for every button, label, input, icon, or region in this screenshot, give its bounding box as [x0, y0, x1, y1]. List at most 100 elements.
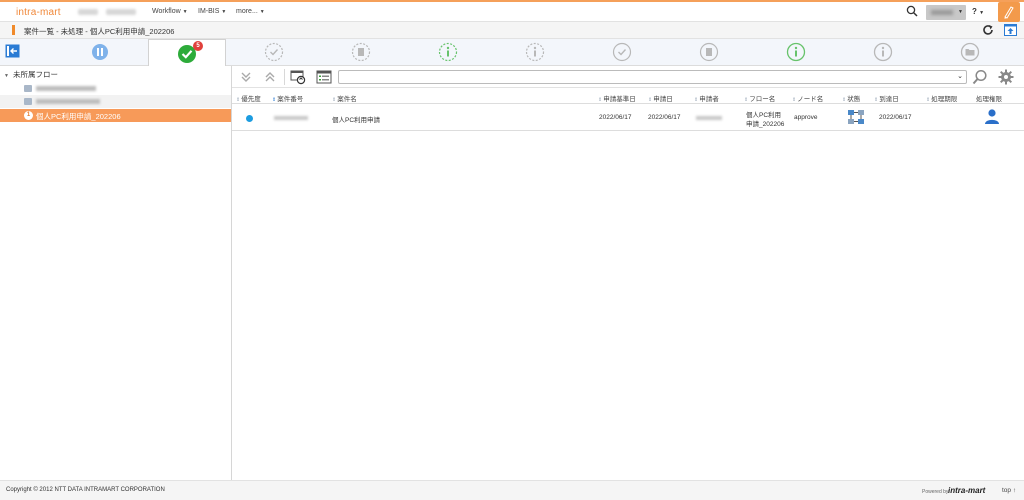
flow-name-line2: 申請_202206 — [746, 121, 785, 128]
tab-info-dashed-green[interactable] — [437, 41, 459, 63]
caret-down-icon: ▼ — [221, 9, 227, 15]
column-header-deadline[interactable]: ⇕処理期限 — [926, 93, 957, 103]
column-header-node-name[interactable]: ⇕ノード名 — [792, 93, 823, 103]
tab-completed[interactable] — [611, 41, 633, 63]
tab-folder[interactable] — [959, 41, 981, 63]
column-header-label: 申請基準日 — [603, 96, 636, 103]
column-header-status[interactable]: ⇕状態 — [842, 93, 860, 103]
arrival-date: 2022/06/17 — [879, 114, 912, 121]
double-chevron-up-icon — [265, 72, 275, 82]
search-icon — [972, 69, 987, 85]
flow-tree-panel: ▼ 未所属フロー 1 個人PC利用申請_202206 — [0, 66, 232, 480]
sort-icon: ⇕ — [744, 97, 749, 103]
tree-node-redacted-2[interactable] — [0, 95, 231, 108]
matter-number-redacted — [274, 116, 308, 120]
nav-item-workflow[interactable]: Workflow ▼ — [152, 8, 188, 15]
apply-date: 2022/06/17 — [648, 114, 681, 121]
column-header-label: 処理権限 — [976, 96, 1002, 103]
column-header-label: 申請者 — [699, 96, 719, 103]
column-header-label: 優先度 — [241, 96, 261, 103]
sort-icon: ⇕ — [598, 97, 603, 103]
collapse-all-button[interactable] — [262, 69, 278, 85]
flow-icon — [24, 85, 32, 92]
tab-suspended[interactable] — [89, 41, 111, 63]
column-header-apply-date[interactable]: ⇕申請日 — [648, 93, 673, 103]
tree-node-label: 個人PC利用申請_202206 — [36, 112, 121, 121]
filter-select[interactable]: ⌄ — [338, 70, 967, 84]
tab-processed[interactable] — [263, 41, 285, 63]
help-menu[interactable]: ? ▼ — [972, 7, 984, 16]
tree-node-redacted-1[interactable] — [0, 82, 231, 95]
brand-button[interactable] — [998, 2, 1020, 22]
expand-all-button[interactable] — [238, 69, 254, 85]
window-refresh-icon — [290, 70, 306, 85]
caret-down-icon: ▼ — [958, 9, 963, 15]
refresh-list-button[interactable] — [290, 69, 306, 85]
sort-icon: ⇕ — [842, 97, 847, 103]
column-header-matter-number[interactable]: ⇕案件番号 — [272, 93, 303, 103]
footer-logo: intra-mart — [948, 486, 986, 495]
dashed-check-icon — [264, 42, 284, 62]
node-name: approve — [794, 114, 818, 121]
column-header-label: 案件名 — [337, 96, 357, 103]
authority-user-button[interactable] — [984, 108, 1000, 126]
list-view-button[interactable] — [316, 69, 332, 85]
gear-icon — [998, 69, 1014, 85]
dashed-info-icon — [525, 42, 545, 62]
nav-item-redacted-2[interactable] — [106, 9, 136, 15]
upload-icon — [1004, 24, 1017, 36]
sort-icon: ⇕ — [272, 97, 277, 103]
app-logo[interactable]: intra-mart — [16, 7, 61, 18]
folder-icon — [960, 42, 980, 62]
collapse-header-button[interactable] — [1004, 24, 1017, 36]
global-search-button[interactable] — [904, 5, 920, 19]
back-to-top-link[interactable]: top ↑ — [1002, 487, 1016, 494]
column-header-arrival-date[interactable]: ⇕到達日 — [874, 93, 899, 103]
list-window-icon — [316, 70, 332, 84]
priority-indicator — [246, 115, 253, 122]
copyright-text: Copyright © 2012 NTT DATA INTRAMART CORP… — [6, 487, 165, 493]
user-menu[interactable]: ▼ — [926, 5, 966, 20]
chevron-down-icon: ⌄ — [957, 73, 963, 80]
sort-icon: ⇕ — [236, 97, 241, 103]
reload-button[interactable] — [982, 24, 994, 36]
list-settings-button[interactable] — [998, 69, 1014, 85]
dashed-document-icon — [351, 42, 371, 62]
double-chevron-down-icon — [241, 72, 251, 82]
tab-processed-document[interactable] — [350, 41, 372, 63]
sort-icon: ⇕ — [926, 97, 931, 103]
nav-item-more[interactable]: more... ▼ — [236, 8, 265, 15]
column-header-label: 案件番号 — [277, 96, 304, 103]
tree-root-unassigned-flows[interactable]: ▼ 未所属フロー — [4, 69, 58, 80]
column-header-apply-base-date[interactable]: ⇕申請基準日 — [598, 93, 636, 103]
check-outline-icon — [612, 42, 632, 62]
nav-item-im-bis[interactable]: IM-BIS ▼ — [198, 8, 226, 15]
document-outline-icon — [699, 42, 719, 62]
table-row[interactable]: 個人PC利用申請 2022/06/17 2022/06/17 個人PC利用 申請… — [232, 104, 1024, 131]
list-search-button[interactable] — [972, 69, 988, 85]
status-flow-button[interactable] — [847, 109, 865, 127]
nav-item-label: more... — [236, 8, 258, 15]
nav-item-redacted-1[interactable] — [78, 9, 98, 15]
caret-down-icon: ▼ — [979, 10, 985, 16]
sidebar-toggle-button[interactable] — [5, 44, 20, 58]
tree-root-label: 未所属フロー — [12, 70, 58, 79]
column-header-priority[interactable]: ⇕優先度 — [236, 93, 261, 103]
column-header-matter-name[interactable]: ⇕案件名 — [332, 93, 357, 103]
column-header-label: 申請日 — [653, 96, 673, 103]
top-nav-bar: intra-mart Workflow ▼ IM-BIS ▼ more... ▼ ▼ … — [0, 0, 1024, 22]
column-header-flow-name[interactable]: ⇕フロー名 — [744, 93, 775, 103]
flow-icon — [24, 98, 32, 105]
tree-node-selected[interactable]: 1 個人PC利用申請_202206 — [0, 109, 231, 122]
tab-info-green[interactable] — [785, 41, 807, 63]
tab-unprocessed[interactable]: 5 — [148, 39, 226, 66]
tab-completed-document[interactable] — [698, 41, 720, 63]
nav-item-label: Workflow — [152, 8, 181, 15]
list-toolbar: ⌄ — [232, 66, 1024, 88]
tab-info-gray[interactable] — [872, 41, 894, 63]
tab-info-dashed-gray[interactable] — [524, 41, 546, 63]
dashed-info-icon — [438, 42, 458, 62]
matter-name-link[interactable]: 個人PC利用申請 — [332, 114, 380, 124]
sort-icon: ⇕ — [874, 97, 879, 103]
column-header-applicant[interactable]: ⇕申請者 — [694, 93, 719, 103]
